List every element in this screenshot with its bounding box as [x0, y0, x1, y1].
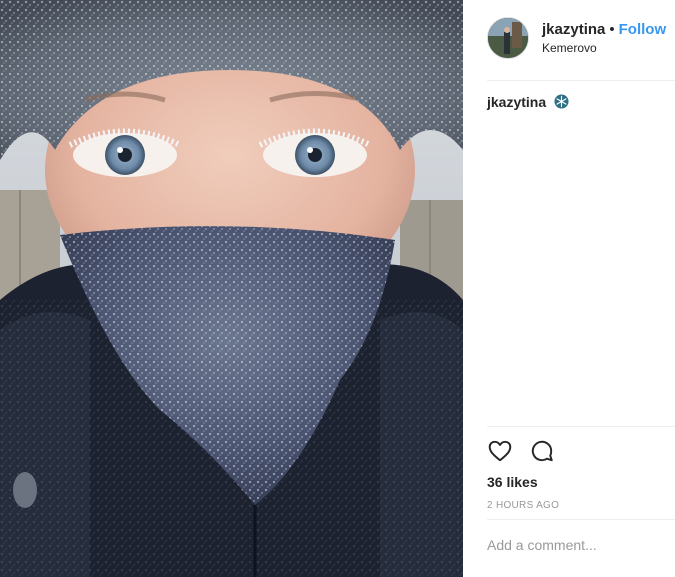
- post-photo-image: [0, 0, 463, 577]
- header-username[interactable]: jkazytina: [542, 21, 605, 38]
- avatar-image: [488, 18, 528, 58]
- likes-count[interactable]: 36 likes: [487, 474, 538, 490]
- separator-dot: •: [609, 21, 615, 38]
- comment-bubble-icon[interactable]: [529, 438, 555, 464]
- post-photo[interactable]: [0, 0, 463, 577]
- heart-icon[interactable]: [487, 438, 513, 464]
- header-divider: [487, 80, 675, 81]
- header-text: jkazytina • Follow Kemerovo: [542, 20, 666, 55]
- follow-button[interactable]: Follow: [619, 21, 667, 38]
- post-side-panel: jkazytina•Follow Kemerovo jkazytina ⁡⁢⁣: [463, 0, 675, 577]
- snowflake-icon: [554, 94, 569, 112]
- caption: jkazytina ⁡⁢⁣: [487, 94, 571, 112]
- username-row: jkazytina • Follow: [542, 20, 666, 40]
- post-header: jkazytina • Follow Kemerovo: [487, 17, 675, 63]
- caption-username[interactable]: jkazytina: [487, 94, 546, 110]
- comment-input[interactable]: [487, 537, 675, 553]
- location-link[interactable]: Kemerovo: [542, 41, 666, 55]
- comment-divider: [487, 519, 675, 520]
- post-timestamp[interactable]: 2 HOURS AGO: [487, 500, 559, 511]
- actions-divider: [487, 426, 675, 427]
- avatar[interactable]: [487, 17, 529, 59]
